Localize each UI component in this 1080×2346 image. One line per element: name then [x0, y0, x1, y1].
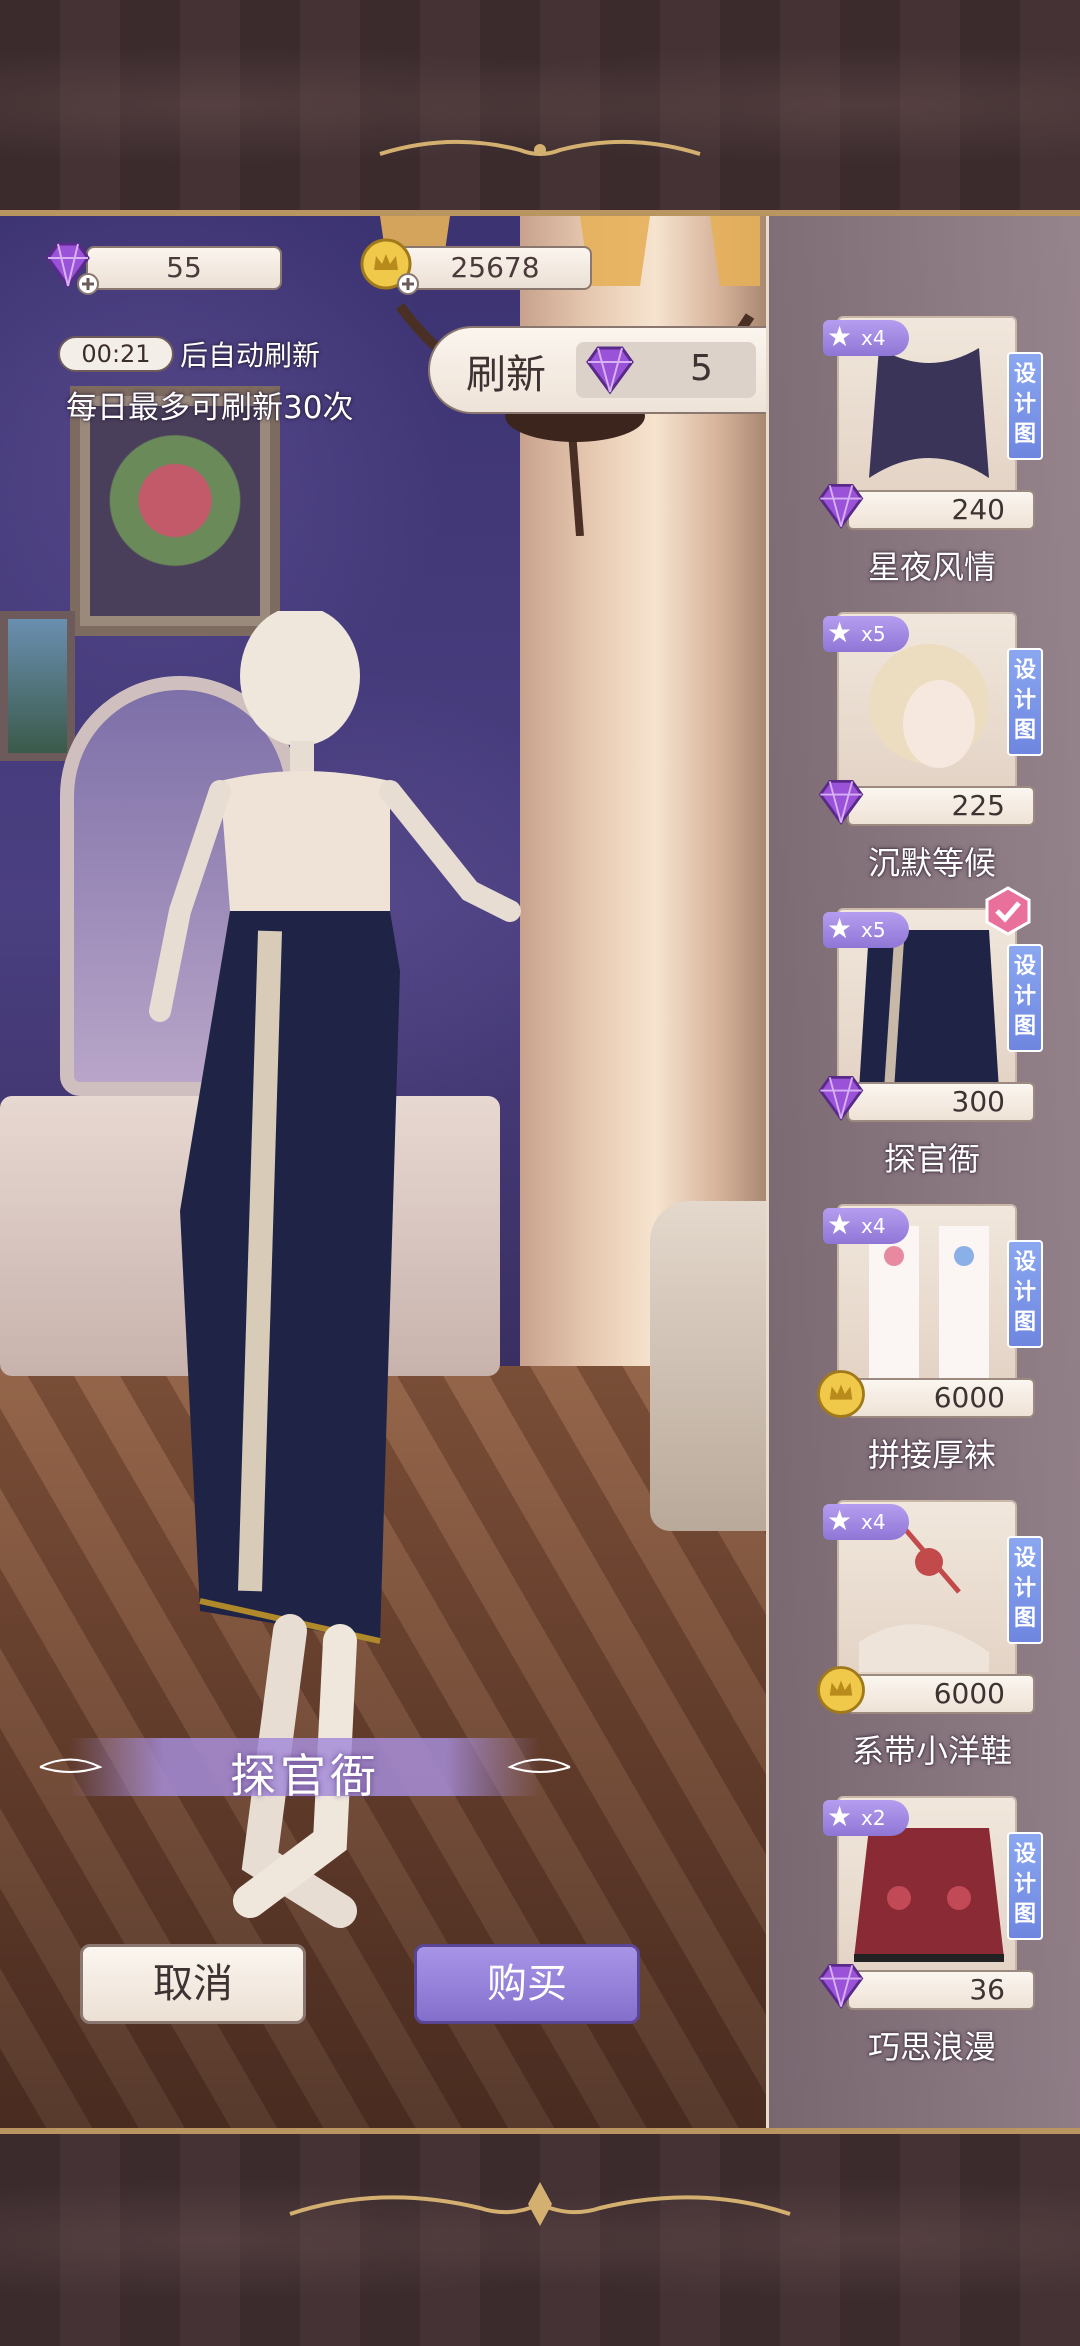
star-icon: ★	[827, 1208, 853, 1241]
item-name: 系带小洋鞋	[851, 1732, 1012, 1770]
ornament-icon	[379, 139, 701, 156]
item-card[interactable]: ★ x2 设计图 36 巧思浪漫	[818, 1796, 1045, 2066]
item-card[interactable]: ★ x4 设计图 6000 拼接厚袜	[817, 1204, 1045, 1474]
bottom-frame	[0, 2128, 1080, 2346]
star-rank-badge: ★ x5	[823, 616, 909, 652]
item-name: 探官衙	[230, 1749, 380, 1803]
diamond-icon	[818, 483, 864, 530]
armchair	[650, 1201, 766, 1531]
star-rank-badge: ★ x4	[823, 1208, 909, 1244]
landscape-painting	[0, 611, 75, 761]
design-tag: 设计图	[1007, 352, 1043, 460]
diamond-icon	[818, 779, 864, 826]
item-name: 巧思浪漫	[867, 2028, 996, 2066]
star-rank-badge: ★ x4	[823, 320, 909, 356]
star-icon: ★	[827, 616, 853, 649]
star-icon: ★	[827, 912, 853, 945]
gold-coin-icon	[817, 1370, 865, 1418]
top-frame	[0, 0, 1080, 216]
refresh-timer: 00:21	[58, 336, 174, 372]
daily-refresh-limit: 每日最多可刷新30次	[66, 390, 354, 426]
diamond-amount: 55	[86, 246, 282, 290]
dressing-room-scene	[0, 216, 766, 2128]
star-icon: ★	[827, 1504, 853, 1537]
design-tag: 设计图	[1007, 1536, 1043, 1644]
gold-coin-icon	[817, 1666, 865, 1714]
gold-coin-add-icon[interactable]	[356, 234, 420, 298]
item-price: 36	[847, 1970, 1035, 2010]
refresh-label: 刷新	[466, 352, 546, 398]
ornament-icon	[289, 2182, 791, 2226]
diamond-icon	[818, 1075, 864, 1122]
item-price: 6000	[847, 1674, 1035, 1714]
item-price: 240	[847, 490, 1035, 530]
item-card[interactable]: ★ x5 设计图 225 沉默等候	[818, 612, 1045, 882]
star-rank-badge: ★ x5	[823, 912, 909, 948]
diamond-icon	[586, 346, 634, 395]
item-name: 拼接厚袜	[867, 1436, 996, 1474]
refresh-button[interactable]: 刷新 5	[428, 326, 768, 414]
star-icon: ★	[827, 1800, 853, 1833]
star-icon: ★	[827, 320, 853, 353]
design-tag: 设计图	[1007, 944, 1043, 1052]
design-tag: 设计图	[1007, 1832, 1043, 1940]
auto-refresh-label: 后自动刷新	[180, 339, 321, 372]
diamond-icon	[818, 1963, 864, 2010]
item-card[interactable]: ★ x4 设计图 240 星夜风情	[818, 316, 1045, 586]
checkmark-icon	[985, 886, 1031, 936]
item-list-sidebar[interactable]: ★ x4 设计图 240 星夜风情 ★ x5 设计图 225 沉默等候 ★ x5 设计…	[766, 216, 1080, 2128]
buy-button[interactable]: 购买	[414, 1944, 640, 2024]
star-rank-badge: ★ x4	[823, 1504, 909, 1540]
diamond-add-icon[interactable]	[36, 234, 100, 298]
item-name: 探官衙	[883, 1140, 980, 1178]
item-price: 300	[847, 1082, 1035, 1122]
item-card[interactable]: ★ x4 设计图 6000 系带小洋鞋	[817, 1500, 1045, 1770]
item-card-selected[interactable]: ★ x5 设计图 300 探官衙	[818, 886, 1045, 1178]
item-name-banner: 探官衙	[30, 1732, 580, 1803]
star-rank-badge: ★ x2	[823, 1800, 909, 1836]
gold-amount: 25678	[398, 246, 592, 290]
design-tag: 设计图	[1007, 648, 1043, 756]
item-price: 225	[847, 786, 1035, 826]
item-name: 沉默等候	[867, 844, 996, 882]
refresh-cost: 5	[690, 348, 713, 389]
design-tag: 设计图	[1007, 1240, 1043, 1348]
cancel-button[interactable]: 取消	[80, 1944, 306, 2024]
item-price: 6000	[847, 1378, 1035, 1418]
item-name: 星夜风情	[867, 548, 996, 586]
